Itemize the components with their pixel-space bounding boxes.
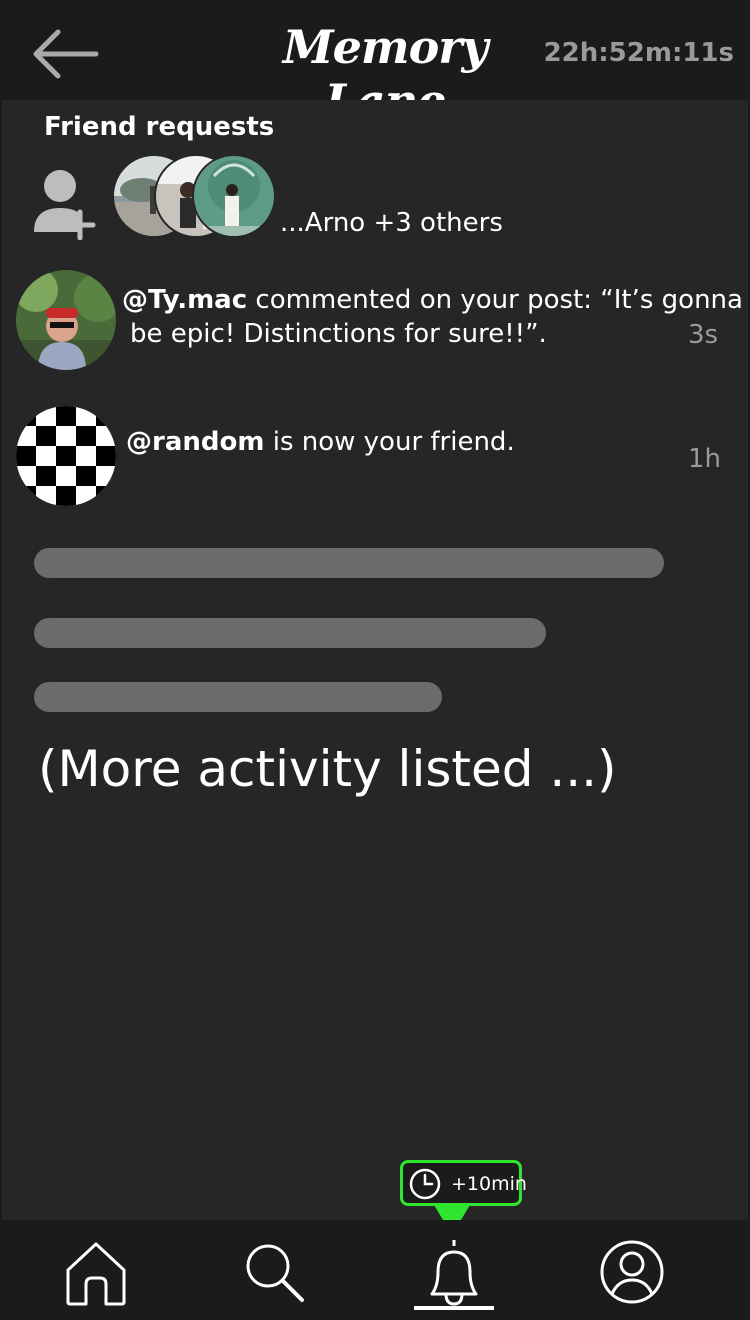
profile-icon[interactable] [592,1232,672,1312]
loading-placeholder [34,548,664,578]
loading-placeholder [34,618,546,648]
activity-text: @random is now your friend. [126,426,515,459]
activity-item[interactable]: @Ty.mac commented on your post: “It’s go… [2,270,748,380]
activity-timestamp: 3s [688,320,719,350]
friend-requests-title: Friend requests [44,112,275,142]
search-icon[interactable] [236,1232,316,1312]
back-button[interactable] [28,26,100,82]
active-tab-indicator [414,1306,494,1310]
friend-request-avatars[interactable] [112,154,282,238]
activity-text-continued: be epic! Distinctions for sure!!”. [130,319,547,349]
notifications-panel: Friend requests ...Arno +3 others @Ty.ma… [2,100,748,1220]
arrow-left-icon [33,29,99,79]
more-activity-note: (More activity listed ...) [38,740,617,798]
activity-message: is now your friend. [264,427,515,457]
request-avatar [192,154,276,238]
time-bonus-label: +10min [451,1173,527,1195]
bottom-navigation [0,1220,750,1320]
home-icon[interactable] [56,1232,136,1312]
activity-username[interactable]: @random [126,427,264,457]
time-bonus-tooltip: +10min [400,1160,527,1206]
user-avatar[interactable] [16,406,116,506]
activity-username[interactable]: @Ty.mac [122,285,247,315]
loading-placeholder [34,682,442,712]
activity-timestamp: 1h [688,444,722,474]
activity-item[interactable]: @random is now your friend. 1h [2,406,748,516]
clock-icon [409,1168,441,1200]
user-avatar[interactable] [16,270,116,370]
top-bar: Memory Lane 22h:52m:11s [0,0,750,128]
countdown-timer: 22h:52m:11s [543,38,734,68]
activity-message: commented on your post: “It’s gonna [247,285,743,315]
friend-requests-summary[interactable]: ...Arno +3 others [280,208,503,238]
bell-icon[interactable] [414,1232,494,1312]
activity-text: @Ty.mac commented on your post: “It’s go… [122,284,743,317]
add-friend-icon[interactable] [30,168,100,241]
